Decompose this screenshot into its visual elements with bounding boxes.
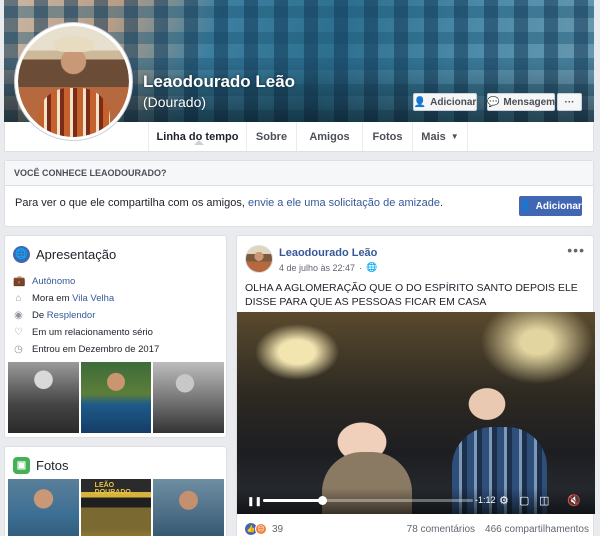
video-progress-bar[interactable] (263, 499, 473, 502)
photo-grid: LEÃO DOURADO (8, 479, 225, 536)
post-timestamp[interactable]: 4 de julho às 22:47 (279, 263, 355, 273)
photo-thumbnail[interactable] (153, 479, 225, 536)
add-friend-icon: 👤 (519, 200, 532, 212)
video-controls: ❚❚ -1:12 ⚙ ▢ ◫ 🔇 (237, 488, 595, 514)
briefcase-icon: 💼 (13, 276, 26, 287)
send-request-link[interactable]: envie a ele uma solicitação de amizade (248, 197, 440, 209)
post-text: OLHA A AGLOMERAÇÃO QUE O DO ESPÍRITO SAN… (245, 282, 578, 308)
tab-timeline[interactable]: Linha do tempo (148, 122, 246, 151)
profile-name[interactable]: Leaodourado Leão (143, 72, 295, 92)
avatar[interactable] (245, 245, 273, 273)
more-options-button[interactable]: ··· (557, 93, 582, 111)
shares-count[interactable]: 466 compartilhamentos (485, 524, 589, 535)
tab-photos[interactable]: Fotos (362, 122, 412, 151)
intro-row-from: ◉ De Resplendor (14, 310, 96, 321)
add-friend-button[interactable]: 👤 Adicionar (413, 93, 477, 111)
comments-count[interactable]: 78 comentários (407, 524, 475, 535)
featured-photo[interactable] (80, 362, 152, 433)
settings-icon[interactable]: ⚙ (499, 494, 509, 507)
photo-thumbnail[interactable] (8, 479, 79, 536)
tab-friends[interactable]: Amigos (296, 122, 362, 151)
globe-icon: 🌐 (13, 246, 30, 263)
reactions-count[interactable]: 39 (272, 524, 283, 535)
messenger-icon: 💬 (486, 96, 500, 108)
tab-more[interactable]: Mais ▼ (412, 122, 468, 151)
add-friend-icon: 👤 (413, 96, 427, 108)
intro-title: 🌐 Apresentação (13, 246, 116, 263)
fullscreen-icon[interactable]: ▢ (519, 494, 529, 507)
video-scrubber[interactable] (317, 496, 327, 505)
timeline-post: Leaodourado Leão 4 de julho às 22:47 · 🌐… (236, 235, 595, 536)
post-options-icon[interactable]: ••• (567, 242, 585, 258)
photo-thumbnail[interactable]: LEÃO DOURADO (80, 479, 152, 536)
friend-request-heading: VOCÊ CONHECE LEAODOURADO? (5, 161, 593, 186)
profile-alternate-name: (Dourado) (143, 94, 207, 110)
video-player[interactable]: ❚❚ -1:12 ⚙ ▢ ◫ 🔇 (237, 312, 595, 514)
popout-icon[interactable]: ◫ (539, 494, 549, 507)
photos-card: ▣ Fotos LEÃO DOURADO (4, 446, 227, 536)
heart-icon: ♡ (14, 327, 23, 338)
profile-picture[interactable] (15, 23, 132, 140)
caret-down-icon: ▼ (450, 132, 459, 141)
work-link[interactable]: Autônomo (32, 276, 75, 287)
featured-photo[interactable] (153, 362, 225, 433)
hometown-link[interactable]: Resplendor (47, 310, 96, 321)
intro-card: 🌐 Apresentação 💼 Autônomo ⌂ Mora em Vila… (4, 235, 227, 438)
add-friend-card-button[interactable]: 👤 Adicionar (519, 196, 582, 216)
intro-row-work: 💼 Autônomo (13, 276, 75, 287)
pause-icon[interactable]: ❚❚ (247, 496, 262, 507)
post-meta: 4 de julho às 22:47 · 🌐 (279, 262, 377, 273)
post-author[interactable]: Leaodourado Leão (279, 247, 377, 259)
tab-about[interactable]: Sobre (246, 122, 296, 151)
clock-icon: ◷ (14, 344, 23, 355)
friend-request-text: Para ver o que ele compartilha com os am… (15, 197, 444, 209)
post-footer: 👍 ☹ 39 78 comentários 466 compartilhamen… (245, 520, 589, 536)
globe-icon: 🌐 (366, 262, 378, 272)
home-icon: ⌂ (15, 293, 22, 304)
featured-photos (8, 362, 225, 433)
location-icon: ◉ (14, 310, 23, 321)
intro-row-relationship: ♡ Em um relacionamento sério (14, 327, 153, 338)
intro-row-joined: ◷ Entrou em Dezembro de 2017 (14, 344, 160, 355)
intro-row-lives: ⌂ Mora em Vila Velha (13, 293, 114, 304)
video-time: -1:12 (475, 495, 496, 505)
dot-separator: · (359, 262, 363, 273)
friend-request-card: VOCÊ CONHECE LEAODOURADO? Para ver o que… (4, 160, 594, 227)
photos-icon: ▣ (13, 457, 30, 474)
angry-reaction-icon[interactable]: ☹ (255, 523, 267, 535)
photos-title[interactable]: ▣ Fotos (13, 457, 69, 474)
mute-icon[interactable]: 🔇 (567, 494, 581, 507)
message-button[interactable]: 💬 Mensagem (487, 93, 555, 111)
featured-photo[interactable] (8, 362, 79, 433)
current-city-link[interactable]: Vila Velha (72, 293, 114, 304)
